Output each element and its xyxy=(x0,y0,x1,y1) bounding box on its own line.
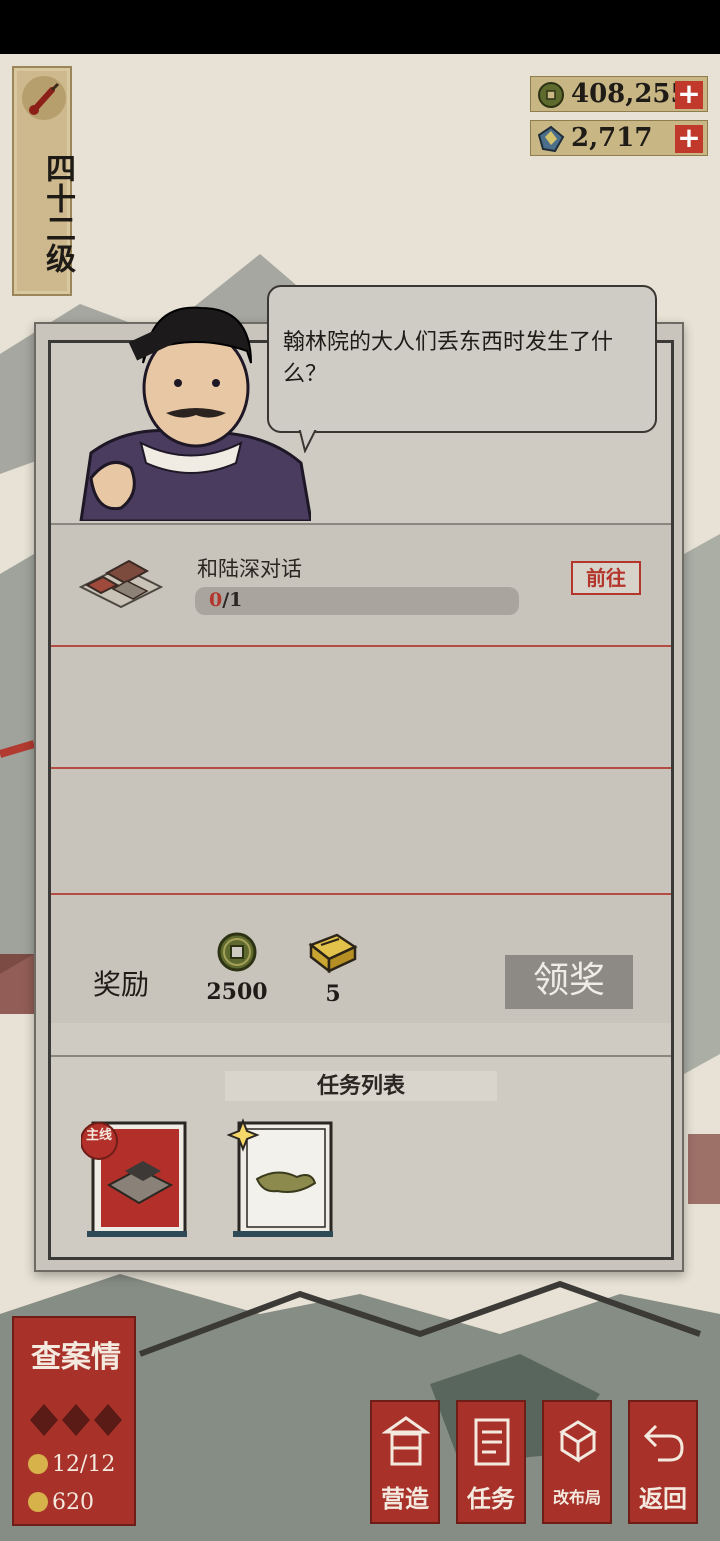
side-story-book-icon xyxy=(226,1118,333,1237)
nav-back-button[interactable]: 返回 xyxy=(628,1400,698,1524)
task-book-main[interactable]: 主线 xyxy=(80,1115,187,1239)
task-list-title: 任务列表 xyxy=(225,1071,497,1101)
case-coins: 620 xyxy=(28,1490,94,1515)
add-gem-button[interactable]: + xyxy=(675,124,703,153)
brush-emblem-icon xyxy=(22,76,66,120)
currency-gem: 2,717 + xyxy=(530,120,708,156)
reward-copper-amount: 2500 xyxy=(206,979,268,1005)
gem-value: 2,717 xyxy=(571,123,653,153)
dialog-bubble: 翰林院的大人们丢东西时发生了什么？ xyxy=(267,285,657,453)
clue-diamonds-icon xyxy=(30,1404,122,1436)
quest-panel: 翰林院的大人们丢东西时发生了什么？ 和陆深对话 0/1 前往 奖励 2500 5… xyxy=(34,285,684,1272)
case-coins-value: 620 xyxy=(52,1490,94,1515)
courtyard-building-icon xyxy=(78,559,163,609)
reward-book: 5 xyxy=(293,931,373,1007)
nav-build-label: 营造 xyxy=(381,1484,429,1513)
add-copper-button[interactable]: + xyxy=(675,80,703,109)
copper-coin-icon xyxy=(538,82,564,108)
quest-panel-inner: 翰林院的大人们丢东西时发生了什么？ 和陆深对话 0/1 前往 奖励 2500 5… xyxy=(48,285,674,1260)
case-stamina: 12/12 xyxy=(28,1452,115,1477)
bubble-tail xyxy=(297,427,321,453)
claim-reward-button[interactable]: 领奖 xyxy=(505,955,633,1009)
row-divider xyxy=(51,767,671,769)
goto-button[interactable]: 前往 xyxy=(571,561,641,595)
gem-icon xyxy=(537,125,565,153)
row-divider xyxy=(51,893,671,895)
nav-layout-button[interactable]: 改布局 xyxy=(542,1400,612,1524)
level-label: 四十二级 xyxy=(40,153,75,273)
layout-icon xyxy=(559,1420,597,1463)
nav-layout-label: 改布局 xyxy=(552,1488,601,1507)
nav-back-label: 返回 xyxy=(639,1484,687,1513)
dialog-text: 翰林院的大人们丢东西时发生了什么？ xyxy=(283,330,614,387)
currency-copper: 408,255 + xyxy=(530,76,708,112)
copper-value: 408,255 xyxy=(571,79,689,109)
progress-text: 0/1 xyxy=(209,589,242,611)
task-icon xyxy=(474,1418,510,1466)
nav-build-button[interactable]: 营造 xyxy=(370,1400,440,1524)
build-icon xyxy=(382,1416,430,1466)
reward-copper: 2500 xyxy=(197,931,277,1005)
stamina-icon xyxy=(28,1454,48,1474)
back-icon xyxy=(643,1424,684,1462)
case-info-card[interactable]: 查案情 12/12 620 xyxy=(12,1316,136,1526)
player-level-badge[interactable]: 四十二级 xyxy=(12,66,75,296)
quest-progress-bar: 0/1 xyxy=(195,587,519,615)
case-stamina-value: 12/12 xyxy=(52,1452,116,1477)
coin-icon xyxy=(28,1492,48,1512)
row-divider xyxy=(51,645,671,647)
nav-task-label: 任务 xyxy=(467,1484,515,1513)
book-icon xyxy=(308,933,358,974)
task-list: 任务列表 主线 xyxy=(51,1055,671,1257)
reward-book-amount: 5 xyxy=(325,981,341,1007)
case-title: 查案情 xyxy=(31,1340,121,1375)
progress-current: 0 xyxy=(209,589,223,611)
task-book-side[interactable] xyxy=(226,1115,333,1239)
status-bar xyxy=(0,0,720,54)
nav-task-button[interactable]: 任务 xyxy=(456,1400,526,1524)
reward-label: 奖励 xyxy=(93,968,150,1001)
copper-coin-icon xyxy=(217,932,257,972)
main-story-badge: 主线 xyxy=(85,1128,112,1143)
progress-total: /1 xyxy=(222,589,243,611)
quest-title: 和陆深对话 xyxy=(197,557,302,581)
